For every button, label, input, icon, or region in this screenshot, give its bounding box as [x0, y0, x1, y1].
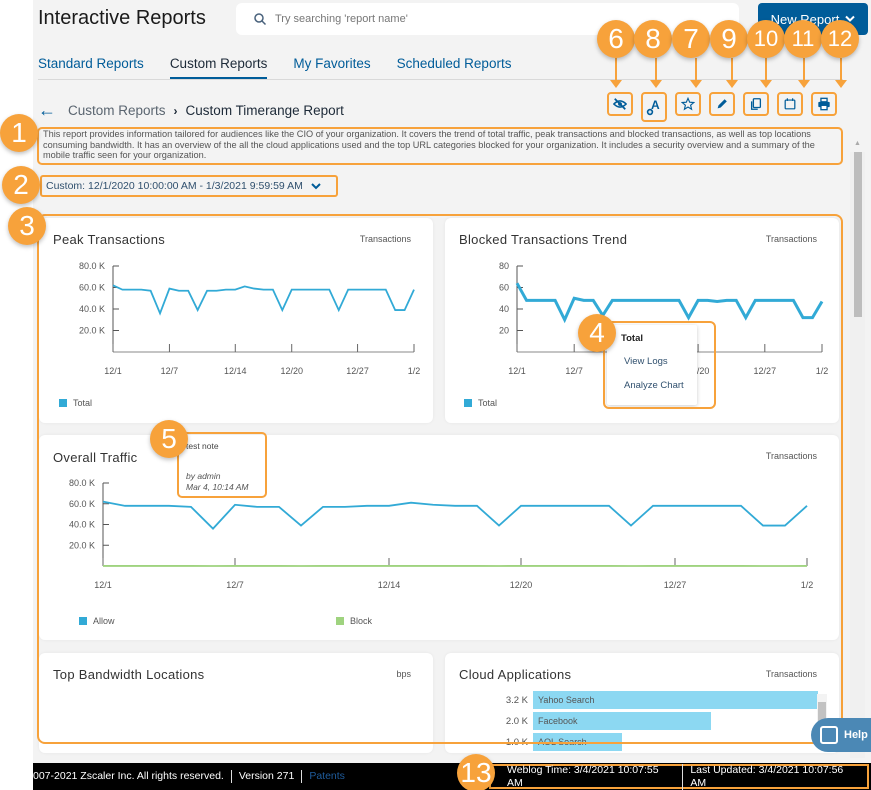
tab-standard-reports[interactable]: Standard Reports: [38, 50, 144, 79]
date-range-value: Custom: 12/1/2020 10:00:00 AM - 1/3/2021…: [46, 180, 303, 192]
note-author: by admin: [186, 471, 221, 481]
footer-bar: 007-2021 Zscaler Inc. All rights reserve…: [33, 763, 871, 790]
callout-badge-10: 10: [747, 20, 785, 58]
date-range-selector[interactable]: Custom: 12/1/2020 10:00:00 AM - 1/3/2021…: [40, 175, 338, 197]
callout-badge-1: 1: [0, 114, 38, 152]
search-icon: [254, 13, 267, 26]
callout-badge-5: 5: [150, 420, 188, 458]
last-updated: Last Updated: 3/4/2021 10:07:56 AM: [690, 763, 844, 789]
note-time: Mar 4, 10:14 AM: [186, 482, 249, 492]
version-text: Version 271: [232, 770, 303, 783]
callout-outline-dashboard: [37, 214, 843, 744]
tab-custom-reports[interactable]: Custom Reports: [169, 50, 268, 79]
schedule-button[interactable]: [777, 92, 803, 116]
scrollbar-thumb[interactable]: [854, 152, 862, 317]
breadcrumb-parent[interactable]: Custom Reports: [68, 103, 166, 118]
hide-button[interactable]: [607, 92, 633, 116]
callout-badge-12: 12: [821, 20, 859, 58]
callout-badge-4: 4: [578, 314, 616, 352]
page-scrollbar[interactable]: ▲: [850, 140, 865, 758]
chart-annotation-note[interactable]: test note by admin Mar 4, 10:14 AM: [177, 432, 267, 498]
callout-badge-7: 7: [672, 20, 710, 58]
report-toolbar: A: [607, 92, 837, 122]
screenshot-root: Interactive Reports New Report Standard …: [0, 0, 871, 790]
printer-icon: [818, 97, 830, 111]
callout-arrow-8: [650, 58, 662, 88]
note-text: test note: [186, 441, 219, 451]
tab-scheduled-reports[interactable]: Scheduled Reports: [397, 50, 512, 79]
add-text-icon: A: [646, 98, 660, 116]
callout-arrow-11: [798, 58, 810, 88]
callout-arrow-7: [690, 58, 702, 88]
favorite-button[interactable]: [675, 92, 701, 116]
eye-slash-icon: [613, 98, 627, 110]
star-icon: [681, 97, 695, 111]
copy-button[interactable]: [743, 92, 769, 116]
tab-my-favorites[interactable]: My Favorites: [293, 50, 370, 79]
breadcrumb-separator-icon: ›: [173, 103, 178, 118]
interactive-reports-app: Interactive Reports New Report Standard …: [33, 0, 871, 790]
app-title: Interactive Reports: [38, 7, 206, 29]
callout-badge-11: 11: [784, 20, 822, 58]
pencil-icon: [717, 99, 727, 109]
copy-icon: [750, 98, 762, 110]
chevron-down-icon: [311, 182, 321, 189]
breadcrumb-current: Custom Timerange Report: [185, 103, 344, 118]
edit-button[interactable]: [709, 92, 735, 116]
callout-badge-3: 3: [8, 207, 46, 245]
patents-link[interactable]: Patents: [302, 770, 352, 783]
calendar-icon: [784, 98, 796, 110]
callout-badge-13: 13: [457, 754, 495, 790]
callout-arrow-6: [610, 58, 622, 88]
weblog-time: Weblog Time: 3/4/2021 10:07:55 AM: [507, 763, 684, 790]
report-description: This report provides information tailore…: [37, 127, 843, 165]
callout-outline-context-menu: [603, 321, 716, 409]
callout-arrow-10: [760, 58, 772, 88]
note-meta: by admin Mar 4, 10:14 AM: [186, 471, 265, 493]
callout-arrow-9: [726, 58, 738, 88]
callout-badge-6: 6: [597, 20, 635, 58]
callout-badge-2: 2: [2, 166, 40, 204]
help-button[interactable]: Help: [811, 718, 871, 752]
print-button[interactable]: [811, 92, 837, 116]
copyright-text: 007-2021 Zscaler Inc. All rights reserve…: [33, 770, 232, 783]
footer-timestamps: Weblog Time: 3/4/2021 10:07:55 AM Last U…: [489, 763, 869, 790]
back-arrow-icon[interactable]: ←: [38, 100, 56, 121]
help-expand-icon: [820, 726, 838, 744]
callout-badge-9: 9: [710, 20, 748, 58]
help-label: Help: [844, 729, 868, 741]
breadcrumb: ← Custom Reports › Custom Timerange Repo…: [38, 100, 344, 121]
scroll-up-arrow-icon[interactable]: ▲: [854, 140, 861, 147]
add-annotation-button[interactable]: A: [641, 92, 667, 122]
callout-arrow-12: [835, 58, 847, 88]
callout-badge-8: 8: [634, 20, 672, 58]
